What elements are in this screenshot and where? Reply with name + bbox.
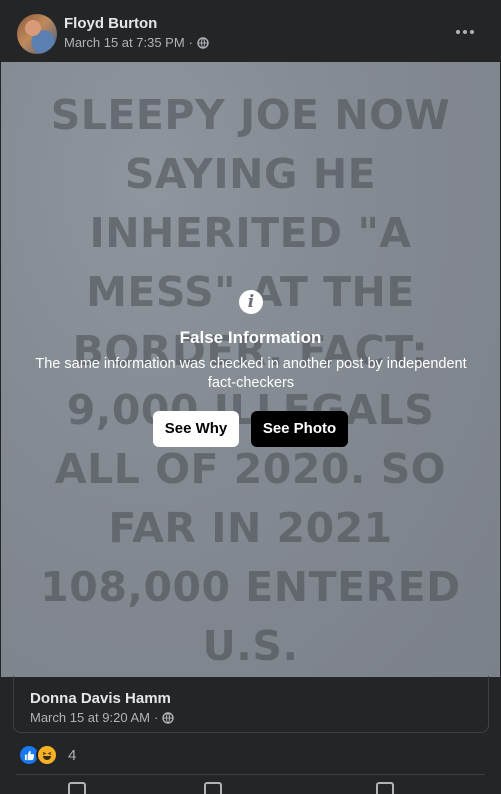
- comment-action-icon[interactable]: [204, 782, 222, 794]
- like-action-icon[interactable]: [68, 782, 86, 794]
- post-timestamp[interactable]: March 15 at 7:35 PM: [64, 35, 185, 50]
- info-icon: i: [239, 290, 263, 314]
- shared-post-meta: March 15 at 9:20 AM ·: [30, 710, 174, 725]
- reaction-summary[interactable]: 4: [18, 744, 76, 766]
- author-avatar[interactable]: [17, 14, 57, 54]
- share-action-icon[interactable]: [376, 782, 394, 794]
- shared-author-name[interactable]: Donna Davis Hamm: [30, 690, 171, 707]
- meta-separator: ·: [153, 710, 159, 725]
- globe-icon: [197, 36, 209, 49]
- meta-separator: ·: [188, 35, 194, 50]
- see-why-button[interactable]: See Why: [153, 411, 239, 447]
- post-photo[interactable]: SLEEPY JOE NOW SAYING HE INHERITED "A ME…: [1, 62, 500, 677]
- post-header: Floyd Burton March 15 at 7:35 PM ·: [0, 0, 501, 62]
- dot-icon: [470, 30, 474, 34]
- notice-description: The same information was checked in anot…: [35, 356, 467, 391]
- dot-icon: [463, 30, 467, 34]
- more-options-button[interactable]: [451, 22, 479, 42]
- shared-timestamp[interactable]: March 15 at 9:20 AM: [30, 710, 150, 725]
- see-photo-button[interactable]: See Photo: [251, 411, 348, 447]
- post-meta: March 15 at 7:35 PM ·: [64, 35, 209, 50]
- shared-post-attribution[interactable]: Donna Davis Hamm March 15 at 9:20 AM ·: [13, 676, 489, 733]
- dot-icon: [456, 30, 460, 34]
- notice-title: False Information: [179, 328, 322, 347]
- haha-icon: [36, 744, 58, 766]
- action-divider: [16, 774, 485, 775]
- reaction-count[interactable]: 4: [68, 747, 76, 764]
- author-name[interactable]: Floyd Burton: [64, 15, 157, 32]
- globe-icon: [162, 711, 174, 724]
